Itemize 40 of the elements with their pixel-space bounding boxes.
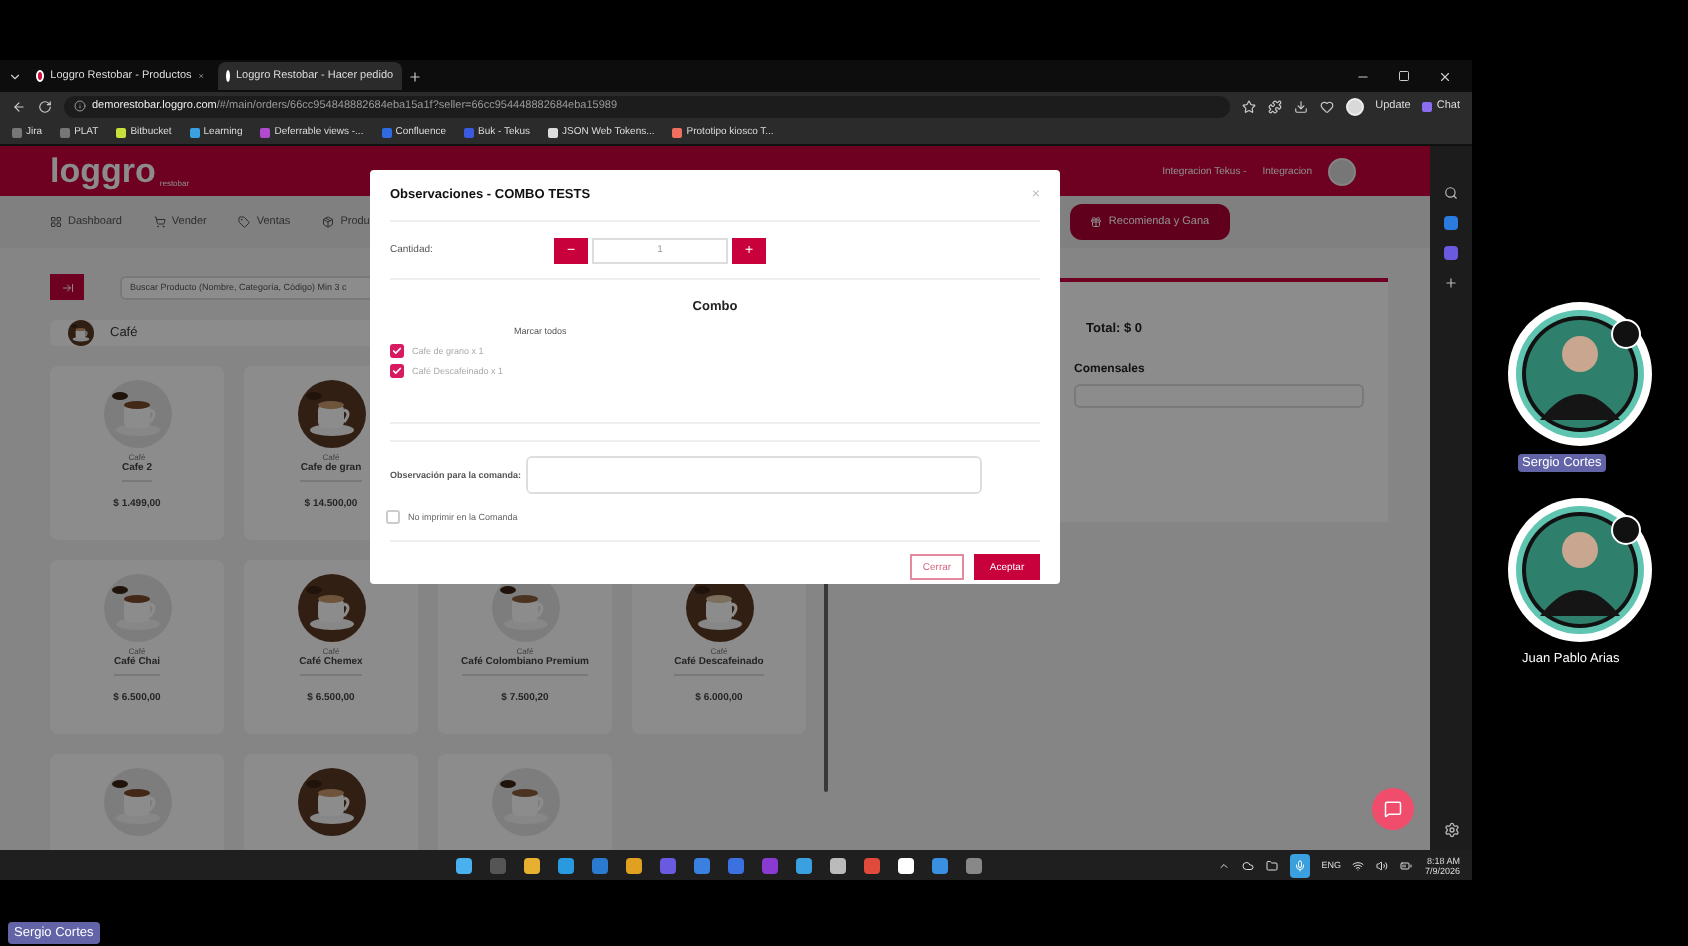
reload-icon[interactable] (38, 99, 52, 113)
profile-avatar[interactable] (1345, 97, 1364, 115)
favicon-icon (36, 70, 45, 82)
volume-icon[interactable] (1376, 859, 1389, 871)
wifi-icon[interactable] (1352, 859, 1365, 871)
cloud-icon[interactable] (1241, 859, 1254, 871)
cart-icon (153, 216, 166, 228)
download-icon[interactable] (1293, 99, 1308, 113)
star-icon[interactable] (1241, 99, 1256, 113)
microphone-icon[interactable] (1289, 853, 1310, 877)
note-field[interactable] (525, 456, 982, 494)
user-avatar[interactable] (1328, 157, 1356, 185)
app-icon[interactable] (796, 857, 812, 873)
puzzle-icon[interactable] (1267, 99, 1282, 113)
checkbox[interactable] (390, 343, 404, 357)
back-icon[interactable] (12, 99, 26, 113)
add-icon[interactable] (1444, 276, 1458, 290)
search-icon[interactable] (1444, 186, 1458, 200)
tag-icon (238, 216, 251, 228)
maximize-icon[interactable] (1398, 69, 1410, 81)
box-icon (322, 216, 335, 228)
close-icon[interactable] (1438, 69, 1452, 83)
battery-icon[interactable] (1400, 859, 1413, 871)
heart-icon[interactable] (1319, 99, 1334, 113)
tab-menu-icon[interactable] (8, 69, 22, 83)
new-tab-icon[interactable] (408, 69, 422, 83)
app-icon[interactable] (524, 857, 540, 873)
grid-icon (50, 216, 62, 228)
chat-icon (1384, 800, 1402, 818)
gift-icon (1090, 216, 1103, 228)
chat-button[interactable] (1372, 788, 1414, 830)
app-icon[interactable] (456, 857, 472, 873)
app-icon[interactable] (830, 857, 846, 873)
folder-icon[interactable] (1265, 859, 1278, 871)
checkbox[interactable] (390, 363, 404, 377)
chevron-up-icon[interactable] (1217, 859, 1230, 871)
app-icon[interactable] (898, 857, 914, 873)
arrow-to-line-icon (61, 281, 73, 293)
settings-icon[interactable] (1443, 822, 1459, 838)
app-icon[interactable] (626, 857, 642, 873)
